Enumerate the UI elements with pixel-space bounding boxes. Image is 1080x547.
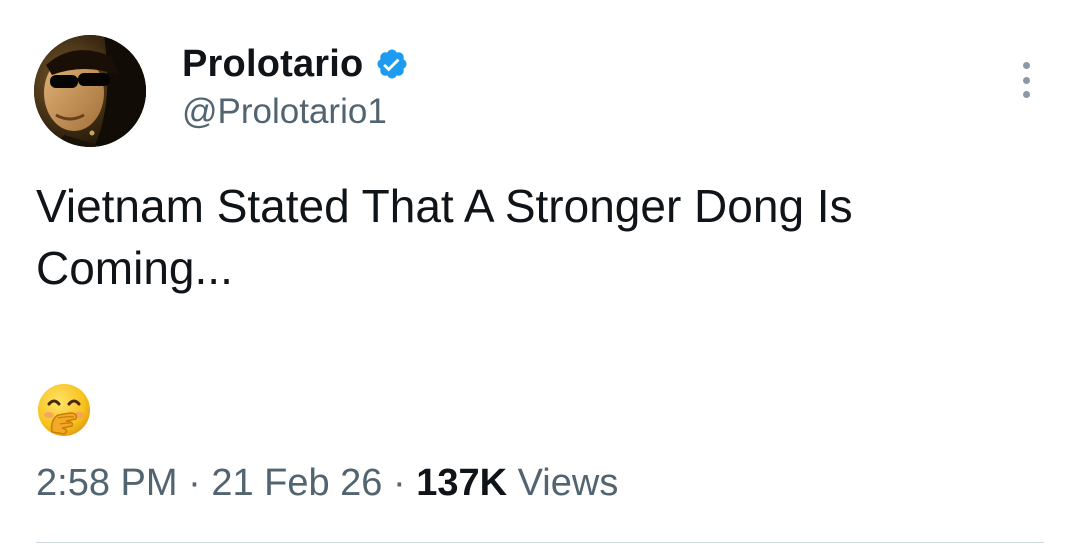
author-name-row: Prolotario (182, 40, 409, 88)
meta-separator: · (188, 462, 201, 504)
author-handle[interactable]: @Prolotario1 (182, 92, 387, 132)
tweet-text: Vietnam Stated That A Stronger Dong Is C… (36, 180, 853, 294)
tweet-date[interactable]: 21 Feb 26 (211, 462, 382, 504)
avatar-image (34, 35, 146, 147)
divider (36, 542, 1044, 543)
views-count[interactable]: 137K (416, 462, 507, 504)
more-options-icon[interactable] (1018, 62, 1034, 98)
meta-separator: · (393, 462, 406, 504)
tweet-meta: 2:58 PM · 21 Feb 26 · 137K Views (36, 462, 618, 505)
avatar[interactable] (34, 35, 146, 147)
tweet-time[interactable]: 2:58 PM (36, 462, 178, 504)
display-name[interactable]: Prolotario (182, 43, 363, 86)
hand-over-mouth-emoji-icon (36, 382, 92, 438)
views-label[interactable]: Views (518, 462, 619, 504)
tweet-card: Prolotario @Prolotario1 Vietnam Stated T… (0, 0, 1080, 547)
verified-badge-icon[interactable] (375, 47, 409, 81)
